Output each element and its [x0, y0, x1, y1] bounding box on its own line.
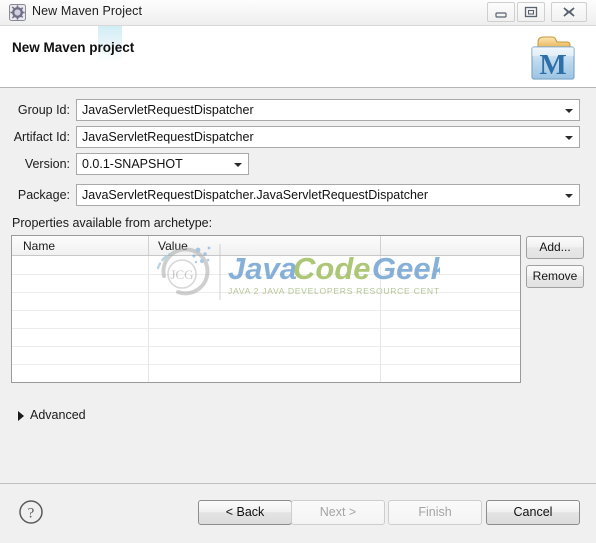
version-combo[interactable]: 0.0.1-SNAPSHOT — [76, 153, 249, 175]
svg-text:Code: Code — [293, 251, 371, 286]
artifact-id-combo[interactable]: JavaServletRequestDispatcher — [76, 126, 580, 148]
dialog-header: New Maven project M — [0, 26, 596, 88]
help-icon[interactable]: ? — [18, 499, 44, 525]
page-title: New Maven project — [12, 40, 135, 55]
add-property-button[interactable]: Add... — [526, 236, 584, 259]
window-title: New Maven Project — [32, 4, 143, 18]
column-header-value[interactable]: Value — [158, 239, 188, 253]
column-header-name[interactable]: Name — [23, 239, 55, 253]
maven-gear-icon — [9, 4, 26, 21]
properties-table[interactable]: Name Value JCG Java Code Gee JAVA 2 JAVA… — [11, 235, 521, 383]
maven-logo-icon: M — [524, 31, 582, 83]
next-button: Next > — [291, 500, 385, 525]
properties-label: Properties available from archetype: — [12, 216, 213, 230]
dialog-footer: ? < Back Next > Finish Cancel — [0, 484, 596, 543]
svg-text:JAVA 2 JAVA DEVELOPERS RESOURC: JAVA 2 JAVA DEVELOPERS RESOURCE CENTER — [228, 286, 440, 296]
table-row[interactable] — [12, 274, 520, 275]
remove-property-button[interactable]: Remove — [526, 265, 584, 288]
svg-text:M: M — [539, 49, 566, 81]
table-row[interactable] — [12, 346, 520, 347]
svg-text:Java: Java — [228, 251, 297, 286]
advanced-label: Advanced — [30, 408, 86, 422]
chevron-down-icon[interactable] — [565, 109, 573, 113]
version-value: 0.0.1-SNAPSHOT — [82, 157, 183, 171]
maximize-button[interactable] — [517, 2, 545, 22]
minimize-button[interactable] — [487, 2, 515, 22]
header-separator[interactable] — [380, 236, 381, 255]
chevron-down-icon[interactable] — [565, 194, 573, 198]
new-maven-project-dialog: New Maven Project New Maven project M Gr… — [0, 0, 596, 543]
table-row[interactable] — [12, 364, 520, 365]
package-label: Package: — [17, 188, 70, 202]
cancel-button[interactable]: Cancel — [486, 500, 580, 525]
artifact-id-value: JavaServletRequestDispatcher — [82, 130, 254, 144]
version-label: Version: — [24, 157, 70, 171]
svg-text:?: ? — [28, 506, 35, 522]
finish-button: Finish — [388, 500, 482, 525]
package-combo[interactable]: JavaServletRequestDispatcher.JavaServlet… — [76, 184, 580, 206]
chevron-right-icon[interactable] — [18, 411, 24, 421]
chevron-down-icon[interactable] — [565, 136, 573, 140]
svg-text:Geeks: Geeks — [372, 251, 440, 286]
artifact-id-label: Artifact Id: — [13, 130, 70, 144]
dialog-body: Group Id: JavaServletRequestDispatcher A… — [0, 88, 596, 483]
table-row[interactable] — [12, 328, 520, 329]
header-separator[interactable] — [148, 236, 149, 255]
group-id-combo[interactable]: JavaServletRequestDispatcher — [76, 99, 580, 121]
table-row[interactable] — [12, 292, 520, 293]
group-id-value: JavaServletRequestDispatcher — [82, 103, 254, 117]
close-button[interactable] — [551, 2, 587, 22]
title-bar: New Maven Project — [0, 0, 596, 26]
chevron-down-icon[interactable] — [234, 163, 242, 167]
package-value: JavaServletRequestDispatcher.JavaServlet… — [82, 188, 429, 202]
table-header-row: Name Value — [12, 236, 520, 256]
table-row[interactable] — [12, 310, 520, 311]
group-id-label: Group Id: — [17, 103, 70, 117]
back-button[interactable]: < Back — [198, 500, 292, 525]
